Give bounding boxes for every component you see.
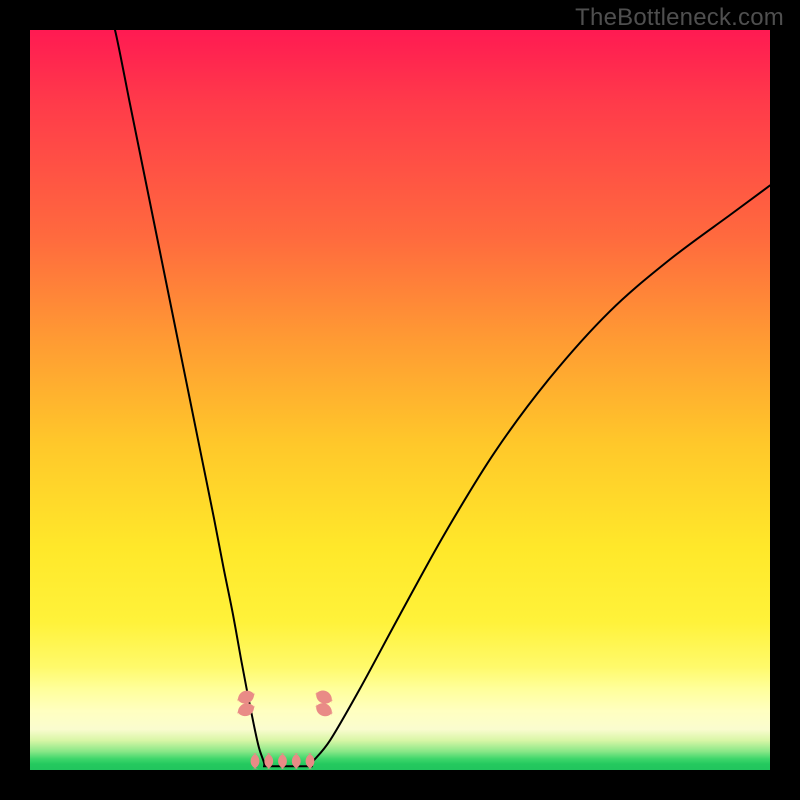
- marker-right: [315, 691, 334, 717]
- plot-area: [30, 30, 770, 770]
- chart-frame: TheBottleneck.com: [0, 0, 800, 800]
- watermark-text: TheBottleneck.com: [575, 4, 784, 32]
- marker-left: [237, 691, 256, 717]
- left-curve: [110, 30, 312, 766]
- curve-overlay: [30, 30, 770, 770]
- right-curve: [311, 185, 770, 766]
